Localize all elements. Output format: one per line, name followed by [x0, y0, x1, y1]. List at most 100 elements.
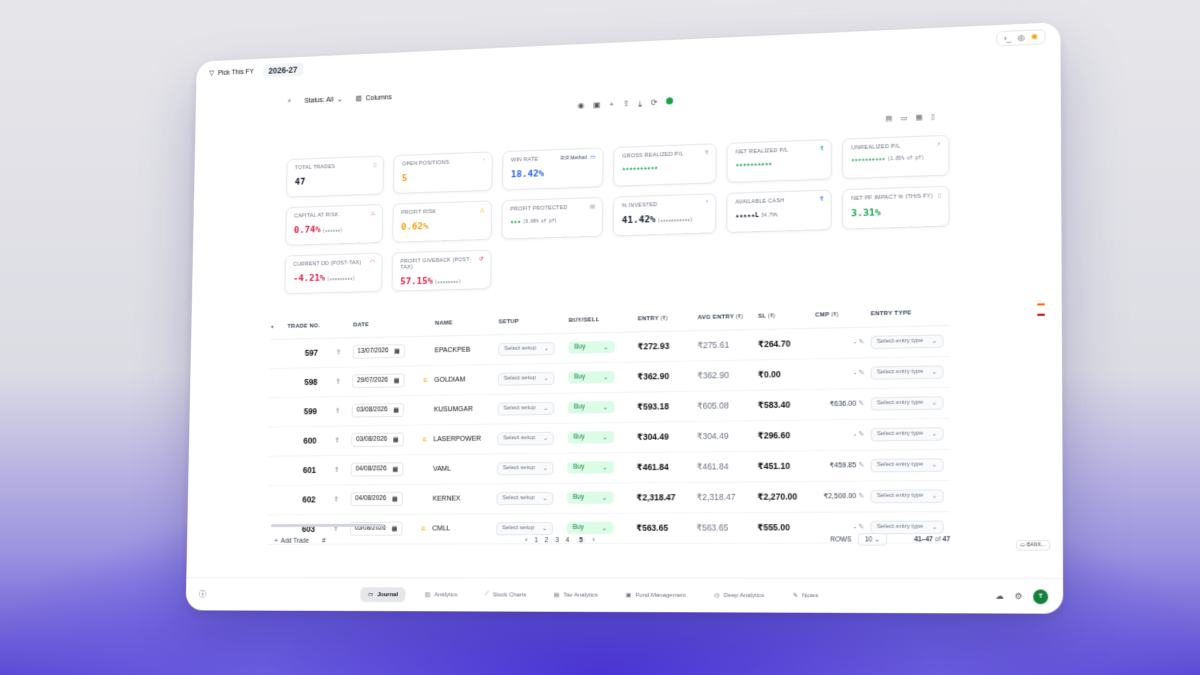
entry-type-select[interactable]: Select entry type ⌄ — [870, 426, 944, 441]
upload-icon[interactable]: ⇪ — [334, 425, 352, 456]
cmp-value[interactable]: - ✎ — [814, 357, 871, 389]
date-input[interactable]: 03/08/2026 ▦ — [351, 403, 404, 418]
nav-tab[interactable]: ▥ Analytics — [417, 587, 465, 602]
columns-button[interactable]: ▥ Columns — [356, 93, 392, 103]
stop-loss[interactable]: ₹296.60 — [757, 419, 815, 451]
setup-select[interactable]: Select setup ⌄ — [496, 461, 554, 475]
setup-select[interactable]: Select setup ⌄ — [496, 491, 554, 505]
nav-tab[interactable]: ▤ Tax Analytics — [546, 588, 606, 603]
add-column-icon[interactable]: + — [270, 315, 288, 339]
entry-type-select[interactable]: Select entry type ⌄ — [870, 333, 944, 349]
nav-tab[interactable]: ✎ Notes — [785, 588, 827, 604]
method-label[interactable]: R:R Method — [561, 155, 587, 162]
stop-loss[interactable]: ₹264.70 — [757, 327, 816, 360]
page-button[interactable]: 4 — [566, 537, 570, 544]
prev-page-icon[interactable]: ‹ — [525, 537, 527, 544]
briefcase-icon[interactable]: ▭ — [901, 114, 908, 122]
cmp-value[interactable]: - ✎ — [814, 418, 871, 451]
entry-price[interactable]: ₹272.93 — [637, 330, 698, 362]
cloud-icon[interactable]: ☁ — [996, 591, 1005, 600]
nav-tab[interactable]: ◎ Deep Analytics — [706, 588, 772, 604]
header-date[interactable]: DATE — [353, 312, 422, 338]
date-input[interactable]: 13/07/2026 ▦ — [352, 344, 405, 359]
stop-loss[interactable]: ₹0.00 — [757, 358, 816, 390]
nav-tab[interactable]: ⟋ Stock Charts — [477, 587, 534, 602]
header-name[interactable]: NAME — [434, 310, 499, 336]
upload-icon[interactable]: ⇪ — [623, 99, 630, 109]
entry-price[interactable]: ₹461.84 — [636, 451, 697, 483]
entry-price[interactable]: ₹304.49 — [636, 421, 698, 453]
fy-year-badge[interactable]: 2026-27 — [262, 62, 304, 78]
upload-icon[interactable]: ⇪ — [335, 337, 354, 367]
nav-tab[interactable]: ▭ Journal — [360, 587, 406, 603]
entry-type-select[interactable]: Select entry type ⌄ — [870, 395, 944, 411]
entry-type-select[interactable]: Select entry type ⌄ — [870, 457, 944, 472]
fy-picker[interactable]: ▽ Pick This FY — [209, 68, 254, 77]
header-setup[interactable]: SETUP — [498, 308, 569, 335]
page-button[interactable]: 5 — [576, 536, 586, 544]
add-trade-button[interactable]: + Add Trade — [274, 537, 309, 544]
date-input[interactable]: 29/07/2026 ▦ — [352, 373, 405, 389]
upload-icon[interactable]: ⇪ — [334, 395, 353, 426]
page-button[interactable]: 3 — [555, 537, 559, 544]
setup-select[interactable]: Select setup ⌄ — [497, 371, 555, 386]
refresh-icon[interactable]: ⟳ — [651, 98, 658, 108]
header-entry-type[interactable]: ENTRY TYPE — [870, 300, 950, 327]
cmp-value[interactable]: - ✎ — [815, 326, 871, 359]
chart-view-icon[interactable]: ▤ — [885, 115, 892, 123]
bank-chip[interactable]: ▭ BANK... — [1015, 540, 1051, 551]
side-select[interactable]: Buy ⌄ — [567, 461, 614, 474]
cmp-value[interactable]: ₹2,500.00 ✎ — [814, 480, 871, 512]
entry-price[interactable]: ₹593.18 — [637, 390, 698, 422]
download-icon[interactable]: ⤓ — [638, 99, 642, 109]
terminal-icon[interactable]: ›_ — [1004, 33, 1012, 42]
table-row[interactable]: 601 ⇪ 04/08/2026 ▦ VAML Select setup ⌄ Buy ⌄ ₹461… — [267, 448, 950, 486]
header-sl[interactable]: SL (₹) — [758, 303, 816, 329]
page-button[interactable]: 2 — [545, 537, 549, 544]
compass-icon[interactable]: ◎ — [1018, 32, 1025, 41]
page-button[interactable]: 1 — [534, 537, 538, 544]
status-filter[interactable]: Status: All ⌄ — [304, 95, 342, 104]
side-select[interactable]: Buy ⌄ — [568, 370, 615, 384]
grid-view-icon[interactable]: ▦ — [916, 113, 923, 121]
info-icon[interactable]: ⓘ — [199, 589, 207, 600]
header-cmp[interactable]: CMP (₹) — [815, 302, 871, 328]
side-select[interactable]: Buy ⌄ — [566, 491, 614, 504]
header-trade-no[interactable]: TRADE NO. — [287, 314, 337, 339]
entry-type-select[interactable]: Select entry type ⌄ — [870, 364, 944, 380]
date-input[interactable]: 04/08/2026 ▦ — [350, 462, 404, 477]
avatar[interactable]: T — [1033, 588, 1049, 604]
upload-icon[interactable]: ⇪ — [335, 366, 353, 397]
cmp-value[interactable]: ₹459.85 ✎ — [814, 449, 871, 481]
cmp-value[interactable]: ₹636.00 ✎ — [814, 388, 871, 420]
eye-icon[interactable]: ◉ — [578, 101, 585, 111]
stop-loss[interactable]: ₹451.10 — [757, 450, 815, 482]
gear-icon[interactable]: ⚙ — [1015, 591, 1023, 600]
search-icon[interactable]: ⌕ — [288, 98, 292, 106]
next-page-icon[interactable]: › — [593, 537, 595, 544]
toggle-icon[interactable]: ▭ — [590, 154, 596, 161]
entry-type-select[interactable]: Select entry type ⌄ — [870, 488, 944, 503]
entry-price[interactable]: ₹362.90 — [637, 360, 698, 392]
header-buy-sell[interactable]: BUY/SELL — [568, 307, 638, 333]
setup-select[interactable]: Select setup ⌄ — [497, 401, 555, 416]
sun-icon[interactable]: ✺ — [1031, 32, 1038, 41]
stop-loss[interactable]: ₹2,270.00 — [757, 480, 815, 513]
image-icon[interactable]: ▣ — [593, 100, 600, 110]
table-row[interactable]: 602 ⇪ 04/08/2026 ▦ KERNEX Select setup ⌄ Buy ⌄ ₹2… — [267, 479, 951, 515]
upload-icon[interactable]: ⇪ — [333, 454, 352, 485]
rows-select[interactable]: 10 ⌄ — [857, 533, 888, 546]
document-icon[interactable]: ▯ — [931, 113, 935, 121]
setup-select[interactable]: Select setup ⌄ — [497, 431, 554, 445]
side-select[interactable]: Buy ⌄ — [568, 340, 615, 354]
header-entry[interactable]: ENTRY (₹) — [637, 306, 698, 332]
nav-tab[interactable]: ▣ Fund Management — [618, 588, 694, 603]
date-input[interactable]: 04/08/2026 ▦ — [350, 491, 403, 507]
upload-icon[interactable]: ⇪ — [333, 484, 351, 515]
plus-icon[interactable]: + — [609, 100, 614, 110]
india-flag-icon[interactable]: ▬ — [1037, 300, 1044, 307]
horizontal-scrollbar[interactable] — [270, 523, 385, 528]
side-select[interactable]: Buy ⌄ — [567, 431, 614, 444]
side-select[interactable]: Buy ⌄ — [567, 400, 614, 414]
header-avg-entry[interactable]: AVG ENTRY (₹) — [697, 304, 759, 331]
